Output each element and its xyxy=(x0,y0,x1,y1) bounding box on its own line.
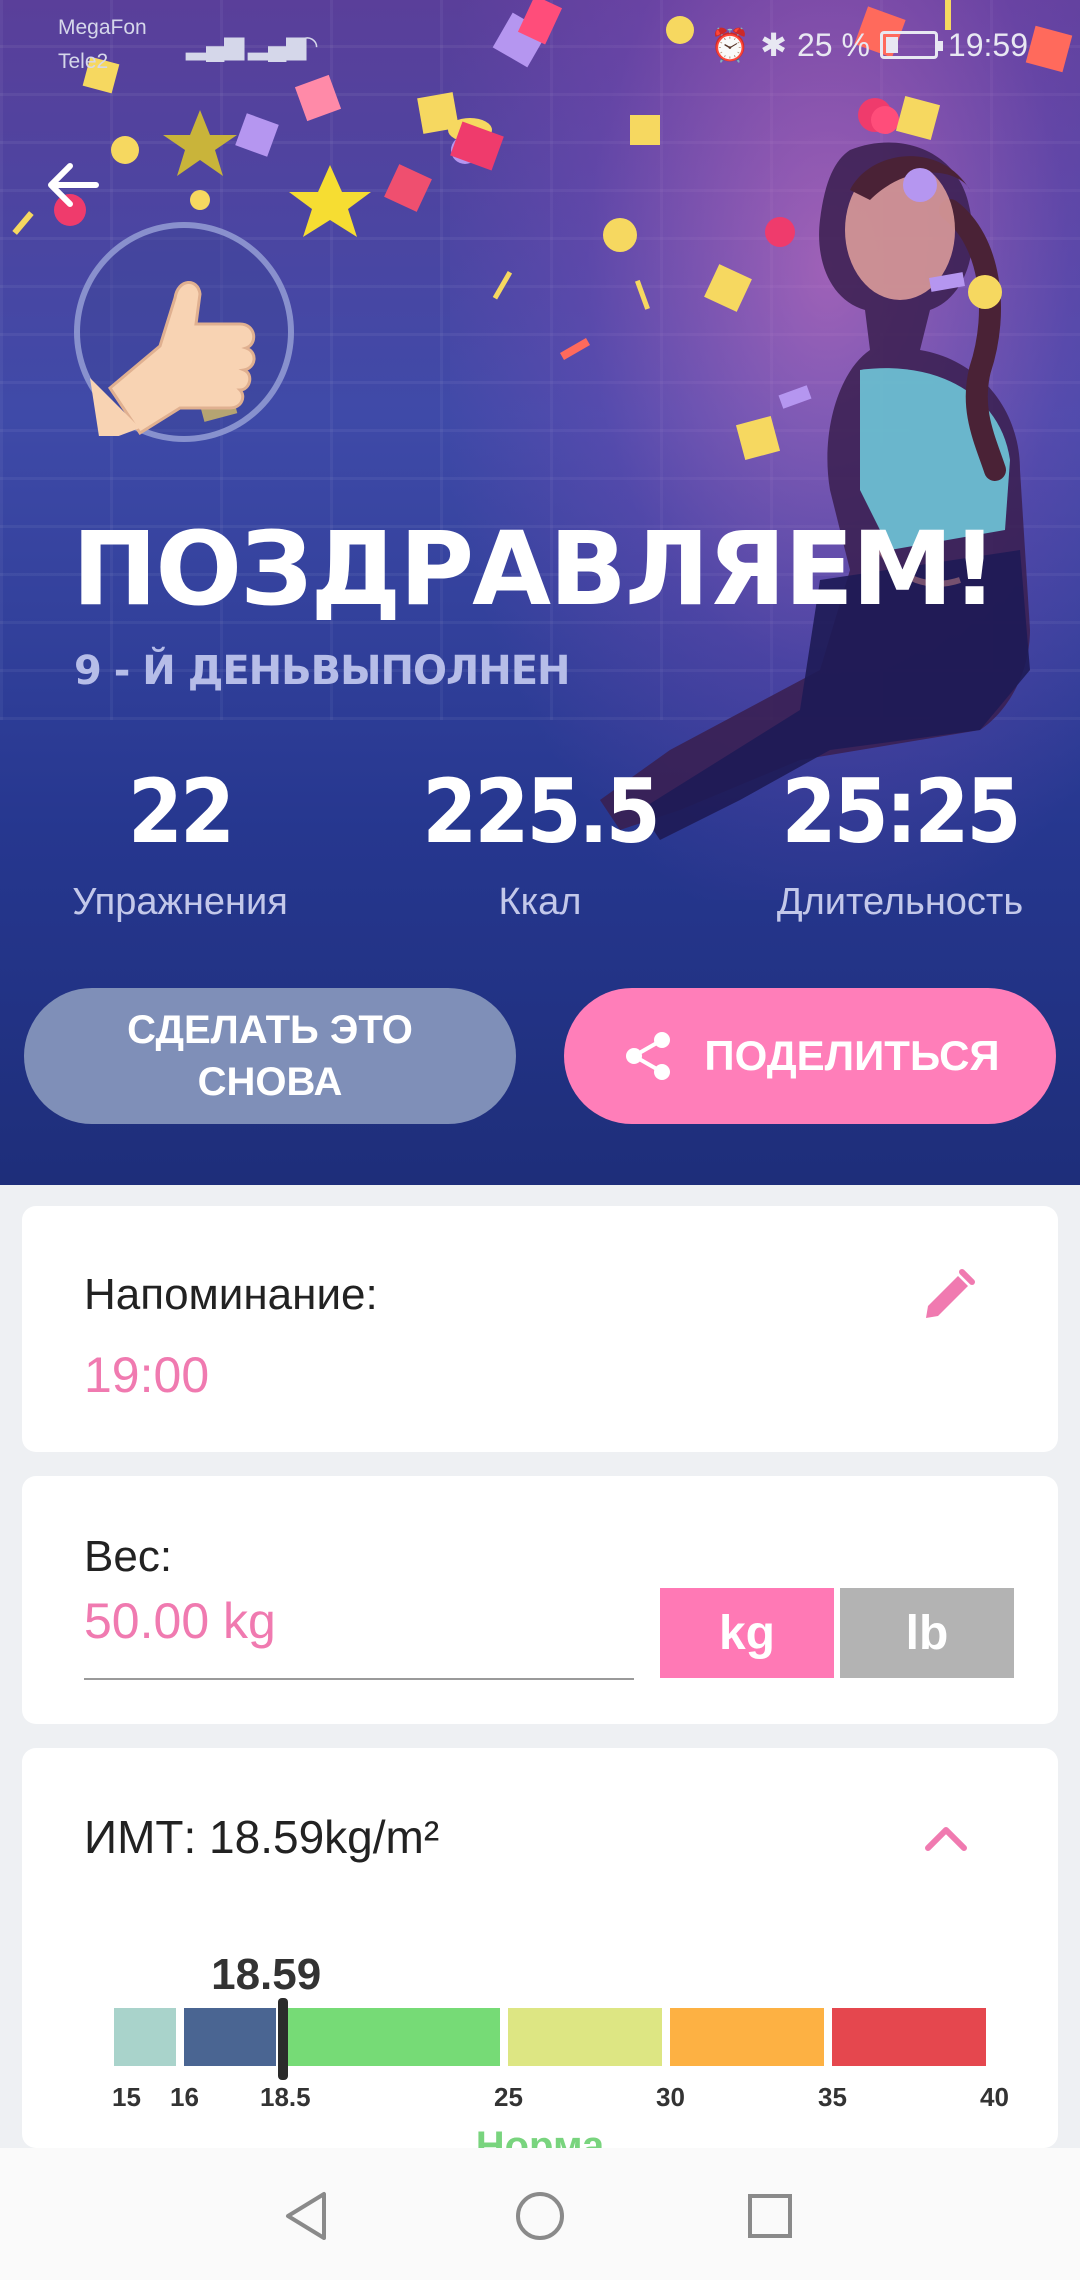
status-right: ⏰ ✱ 25 % 19:59 xyxy=(710,26,1028,64)
nav-home-icon[interactable] xyxy=(512,2188,568,2244)
weight-card: Вес: 50.00 kg kg lb xyxy=(22,1476,1058,1724)
bmi-segment xyxy=(184,2008,276,2066)
stat-value: 22 xyxy=(127,760,235,863)
reminder-card[interactable]: Напоминание: 19:00 xyxy=(22,1206,1058,1452)
stat-calories: 225.5 Ккал xyxy=(390,760,690,924)
bmi-tick-label: 35 xyxy=(818,2082,847,2112)
stat-label: Упражнения xyxy=(72,881,288,923)
hero-banner: MegaFon Tele2 ▂▄▆ ▂▄▆ ◠ ⏰ ✱ 25 % 19:59 П… xyxy=(0,0,1080,1185)
arrow-left-icon[interactable] xyxy=(38,150,108,220)
day-completed-subtitle: 9 - Й ДЕНЬВЫПОЛНЕН xyxy=(74,648,571,694)
stat-label: Длительность xyxy=(776,881,1024,923)
status-bar: MegaFon Tele2 ▂▄▆ ▂▄▆ ◠ ⏰ ✱ 25 % 19:59 xyxy=(0,0,1080,90)
clock: 19:59 xyxy=(947,26,1028,63)
bmi-tick-label: 15 xyxy=(112,2082,141,2112)
carrier-2-label: Tele2 xyxy=(58,50,109,73)
bluetooth-icon: ✱ xyxy=(760,27,787,63)
battery-percent: 25 % xyxy=(796,26,870,63)
bmi-segment xyxy=(670,2008,824,2066)
bmi-tick-label: 40 xyxy=(980,2082,1009,2112)
do-again-button[interactable]: СДЕЛАТЬ ЭТО СНОВА xyxy=(24,988,516,1124)
share-icon xyxy=(626,1032,671,1080)
pencil-icon[interactable] xyxy=(918,1266,978,1326)
bmi-segment xyxy=(832,2008,986,2066)
do-again-label: СДЕЛАТЬ ЭТО СНОВА xyxy=(127,1008,413,1104)
bmi-title: ИМТ: 18.59kg/m² xyxy=(84,1811,440,1863)
congrats-title: ПОЗДРАВЛЯЕМ! xyxy=(72,510,998,629)
navigation-bar xyxy=(0,2148,1080,2280)
bmi-tick-label: 16 xyxy=(170,2082,199,2112)
weight-label: Вес: xyxy=(84,1532,173,1581)
unit-lb-button[interactable]: lb xyxy=(840,1588,1014,1678)
share-button[interactable]: ПОДЕЛИТЬСЯ xyxy=(564,988,1056,1124)
thumbs-up-icon xyxy=(90,281,256,443)
signal-icon: ▂▄▆ xyxy=(186,30,245,60)
wifi-icon: ◠ xyxy=(296,30,319,60)
bmi-value-label: 18.59 xyxy=(211,1950,322,1999)
bmi-segment xyxy=(508,2008,662,2066)
stat-value: 225.5 xyxy=(422,760,660,863)
bmi-tick-label: 18.5 xyxy=(260,2082,311,2112)
chevron-up-icon[interactable] xyxy=(918,1810,974,1866)
reminder-label: Напоминание: xyxy=(84,1270,378,1319)
share-label: ПОДЕЛИТЬСЯ xyxy=(704,1032,1000,1079)
nav-recents-icon[interactable] xyxy=(742,2188,798,2244)
alarm-icon: ⏰ xyxy=(710,27,751,63)
bmi-segment xyxy=(114,2008,176,2066)
reminder-time[interactable]: 19:00 xyxy=(84,1346,209,1404)
bmi-tick-label: 25 xyxy=(494,2082,523,2112)
bmi-card: ИМТ: 18.59kg/m² 18.59 15 16 18.5 25 30 35 40 Н… xyxy=(22,1748,1058,2168)
unit-kg-button[interactable]: kg xyxy=(660,1588,834,1678)
stat-label: Ккал xyxy=(498,881,582,923)
stat-exercises: 22 Упражнения xyxy=(30,760,330,924)
thumbs-up-badge xyxy=(74,222,294,443)
weight-input[interactable]: 50.00 kg xyxy=(84,1592,276,1650)
bmi-tick-label: 30 xyxy=(656,2082,685,2112)
bmi-marker xyxy=(278,1998,289,2080)
stat-value: 25:25 xyxy=(781,760,1021,863)
nav-back-icon[interactable] xyxy=(280,2188,336,2244)
bmi-segment xyxy=(284,2008,500,2066)
stat-duration: 25:25 Длительность xyxy=(750,760,1050,924)
weight-input-underline xyxy=(84,1678,634,1680)
battery-icon xyxy=(879,31,943,59)
carrier-1-label: MegaFon xyxy=(58,16,147,39)
